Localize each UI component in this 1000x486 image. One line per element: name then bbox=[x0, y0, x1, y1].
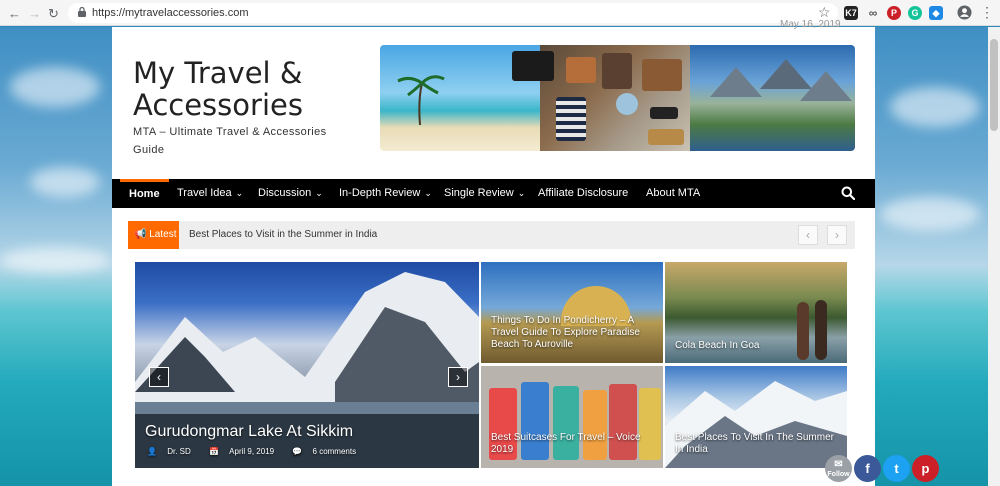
pinterest-share-button[interactable]: p bbox=[912, 455, 939, 482]
featured-card[interactable]: Cola Beach In Goa bbox=[665, 262, 847, 363]
nav-home[interactable]: Home bbox=[120, 179, 169, 208]
search-icon[interactable] bbox=[841, 186, 855, 200]
ticker-headline[interactable]: Best Places to Visit in the Summer in In… bbox=[189, 221, 377, 249]
twitter-icon: t bbox=[894, 461, 899, 476]
card-title[interactable]: Cola Beach In Goa bbox=[675, 340, 840, 352]
nav-about-mta-label: About MTA bbox=[646, 187, 701, 199]
chevron-left-icon: ‹ bbox=[806, 228, 810, 242]
diamond-extension-icon[interactable]: ◆ bbox=[929, 6, 943, 20]
card-title[interactable]: Best Suitcases For Travel – Voice 2019 bbox=[491, 432, 656, 456]
ticker-prev-button[interactable]: ‹ bbox=[798, 225, 818, 245]
latest-ticker: 📢 Latest Best Places to Visit in the Sum… bbox=[128, 221, 855, 249]
author-name[interactable]: Dr. SD bbox=[167, 447, 191, 456]
header-date: May 16, 2019 bbox=[780, 19, 841, 30]
author-meta: 👤 Dr. SD bbox=[147, 447, 199, 456]
facebook-icon: f bbox=[865, 461, 870, 476]
chevron-right-icon: › bbox=[456, 370, 460, 384]
nav-about-mta[interactable]: About MTA bbox=[637, 179, 709, 208]
nav-single-review[interactable]: Single Review ⌄ bbox=[435, 179, 534, 208]
latest-tag: 📢 Latest bbox=[128, 221, 179, 249]
user-icon: 👤 bbox=[147, 447, 160, 456]
site-tagline: MTA – Ultimate Travel & Accessories Guid… bbox=[133, 126, 327, 156]
forward-icon[interactable]: → bbox=[28, 6, 41, 21]
post-date: April 9, 2019 bbox=[229, 447, 275, 456]
card-title[interactable]: Best Places To Visit In The Summer In In… bbox=[675, 432, 840, 456]
chevron-left-icon: ‹ bbox=[157, 370, 161, 384]
grammarly-extension-icon[interactable]: G bbox=[908, 6, 922, 20]
featured-card[interactable]: Things To Do In Pondicherry – A Travel G… bbox=[481, 262, 663, 363]
link-extension-icon[interactable]: ∞ bbox=[866, 6, 880, 20]
back-icon[interactable]: ← bbox=[8, 6, 21, 21]
slider-prev-button[interactable]: ‹ bbox=[149, 367, 169, 387]
email-icon: ✉ bbox=[834, 459, 843, 470]
nav-home-label: Home bbox=[129, 188, 160, 200]
browser-toolbar: ← → ↻ https://mytravelaccessories.com ☆ … bbox=[0, 0, 1000, 26]
url-text[interactable]: https://mytravelaccessories.com bbox=[92, 7, 249, 19]
lock-icon bbox=[78, 6, 86, 17]
pinterest-icon: p bbox=[921, 461, 930, 476]
featured-meta: 👤 Dr. SD 📅 April 9, 2019 💬 6 comments bbox=[147, 447, 372, 456]
calendar-icon: 📅 bbox=[208, 447, 222, 456]
nav-single-review-label: Single Review bbox=[444, 187, 514, 199]
featured-card[interactable]: Best Places To Visit In The Summer In In… bbox=[665, 366, 847, 468]
scrollbar-thumb[interactable] bbox=[990, 39, 998, 131]
chevron-down-icon: ⌄ bbox=[517, 188, 526, 198]
nav-travel-idea[interactable]: Travel Idea ⌄ bbox=[168, 179, 252, 208]
facebook-share-button[interactable]: f bbox=[854, 455, 881, 482]
comment-icon: 💬 bbox=[292, 447, 305, 456]
nav-in-depth-review[interactable]: In-Depth Review ⌄ bbox=[330, 179, 441, 208]
browser-menu-icon[interactable]: ⋮ bbox=[980, 4, 994, 21]
nav-travel-idea-label: Travel Idea bbox=[177, 187, 232, 199]
main-navigation: Home Travel Idea ⌄ Discussion ⌄ In-Depth R… bbox=[112, 179, 875, 208]
comments-count[interactable]: 6 comments bbox=[313, 447, 357, 456]
account-icon[interactable] bbox=[957, 5, 972, 20]
chevron-down-icon: ⌄ bbox=[424, 188, 432, 198]
featured-title[interactable]: Gurudongmar Lake At Sikkim bbox=[145, 422, 353, 442]
featured-card[interactable]: Best Suitcases For Travel – Voice 2019 bbox=[481, 366, 663, 468]
page-container: May 16, 2019 My Travel & Accessories MTA… bbox=[112, 19, 875, 486]
header-banner-image bbox=[380, 45, 855, 151]
bullhorn-icon: 📢 bbox=[134, 229, 150, 240]
chevron-right-icon: › bbox=[835, 228, 839, 242]
nav-discussion-label: Discussion bbox=[258, 187, 312, 199]
nav-discussion[interactable]: Discussion ⌄ bbox=[249, 179, 332, 208]
latest-tag-label: Latest bbox=[149, 229, 177, 240]
page-scrollbar[interactable] bbox=[988, 27, 1000, 486]
featured-slider[interactable]: ‹ › Gurudongmar Lake At Sikkim 👤 Dr. SD … bbox=[135, 262, 479, 468]
pinterest-extension-icon[interactable]: P bbox=[887, 6, 901, 20]
follow-label: Follow bbox=[827, 471, 850, 478]
card-title[interactable]: Things To Do In Pondicherry – A Travel G… bbox=[491, 315, 656, 351]
slider-next-button[interactable]: › bbox=[448, 367, 468, 387]
nav-in-depth-review-label: In-Depth Review bbox=[339, 187, 421, 199]
k7-extension-icon[interactable]: K7 bbox=[844, 6, 858, 20]
follow-button[interactable]: ✉ Follow bbox=[825, 455, 852, 482]
ticker-next-button[interactable]: › bbox=[827, 225, 847, 245]
twitter-share-button[interactable]: t bbox=[883, 455, 910, 482]
date-meta: 📅 April 9, 2019 bbox=[209, 447, 282, 456]
chevron-down-icon: ⌄ bbox=[235, 188, 244, 198]
site-title[interactable]: My Travel & Accessories bbox=[133, 57, 353, 121]
nav-affiliate-disclosure-label: Affiliate Disclosure bbox=[538, 187, 629, 199]
nav-affiliate-disclosure[interactable]: Affiliate Disclosure bbox=[529, 179, 637, 208]
comments-meta: 💬 6 comments bbox=[292, 447, 364, 456]
reload-icon[interactable]: ↻ bbox=[48, 6, 59, 22]
chevron-down-icon: ⌄ bbox=[315, 188, 323, 198]
